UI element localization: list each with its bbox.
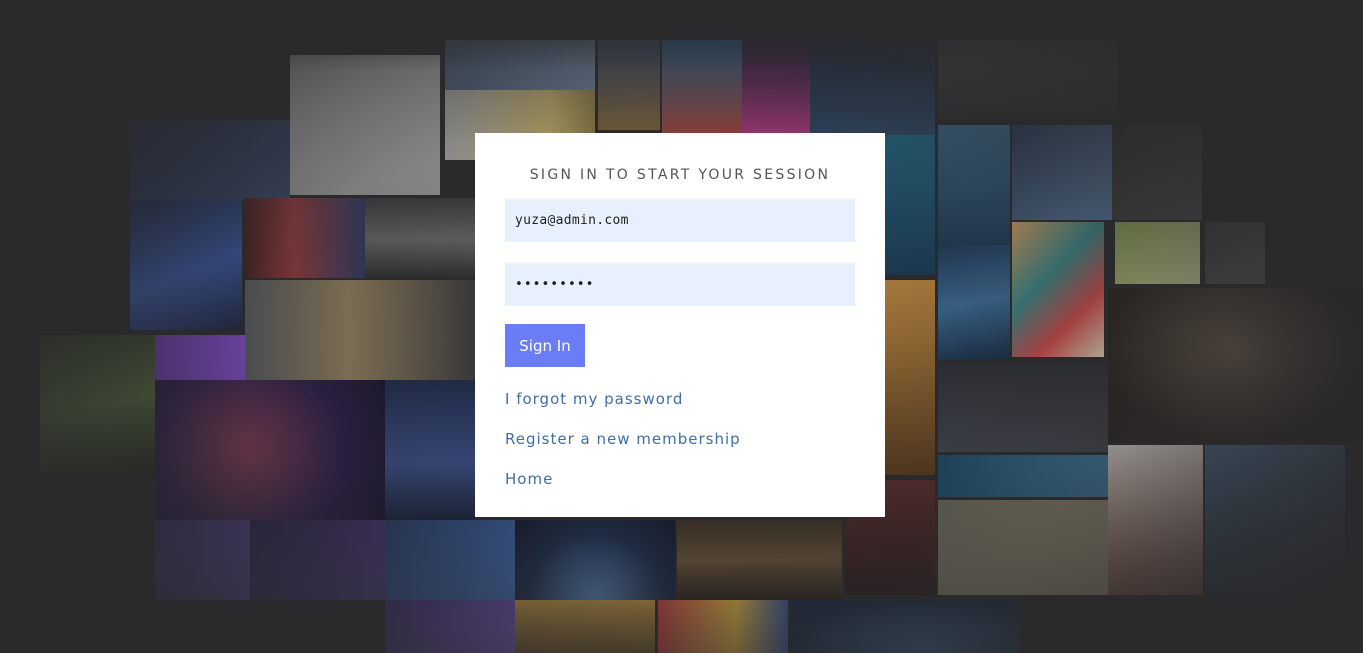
login-card: SIGN IN TO START YOUR SESSION Sign In I … [475, 133, 885, 517]
email-input[interactable] [505, 199, 855, 242]
forgot-password-link[interactable]: I forgot my password [505, 389, 855, 429]
home-link[interactable]: Home [505, 469, 855, 509]
login-title: SIGN IN TO START YOUR SESSION [529, 167, 831, 183]
sign-in-button[interactable]: Sign In [505, 324, 585, 367]
password-input[interactable] [505, 263, 855, 306]
login-links: I forgot my password Register a new memb… [505, 389, 855, 509]
register-link[interactable]: Register a new membership [505, 429, 855, 469]
